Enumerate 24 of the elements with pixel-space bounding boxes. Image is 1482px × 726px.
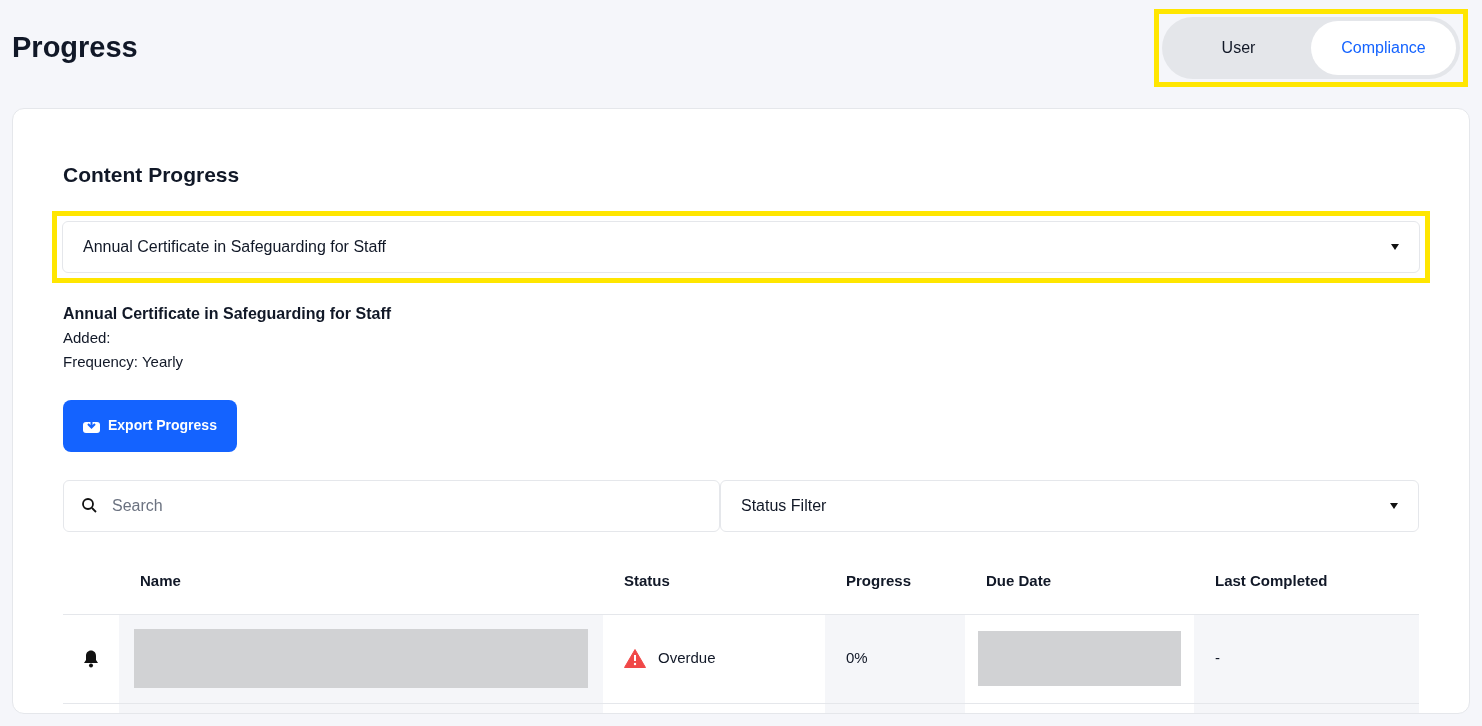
column-header: Progress	[845, 571, 913, 592]
page-title: Progress	[12, 30, 138, 66]
dropdown-caret-icon	[1390, 502, 1398, 509]
column-header: Name	[139, 571, 182, 592]
frequency-label: Frequency: Yearly	[63, 351, 185, 372]
dropdown-caret-icon	[1391, 243, 1399, 250]
status-filter-select[interactable]: Status Filter	[720, 479, 1419, 532]
column-header: Last Completed	[1214, 571, 1329, 592]
added-label: Added:	[63, 327, 112, 348]
search-icon	[82, 497, 97, 513]
warning-icon	[624, 649, 646, 668]
column-header: Due Date	[985, 571, 1053, 592]
search-field[interactable]: Search	[63, 479, 720, 532]
column-header: Status	[623, 571, 671, 592]
section-title: Content Progress	[63, 162, 241, 188]
progress-value: 0%	[846, 648, 868, 669]
content-select[interactable]: Annual Certificate in Safeguarding for Staff	[62, 220, 1420, 273]
last-completed-value: -	[1215, 648, 1220, 669]
status-label: Overdue	[658, 648, 716, 669]
bell-icon[interactable]	[83, 649, 99, 668]
view-tab[interactable]: Compliance	[1311, 21, 1456, 75]
export-button[interactable]: Export Progress	[63, 399, 237, 452]
content-title: Annual Certificate in Safeguarding for Staff	[63, 303, 393, 324]
view-tab[interactable]: User	[1166, 21, 1311, 75]
